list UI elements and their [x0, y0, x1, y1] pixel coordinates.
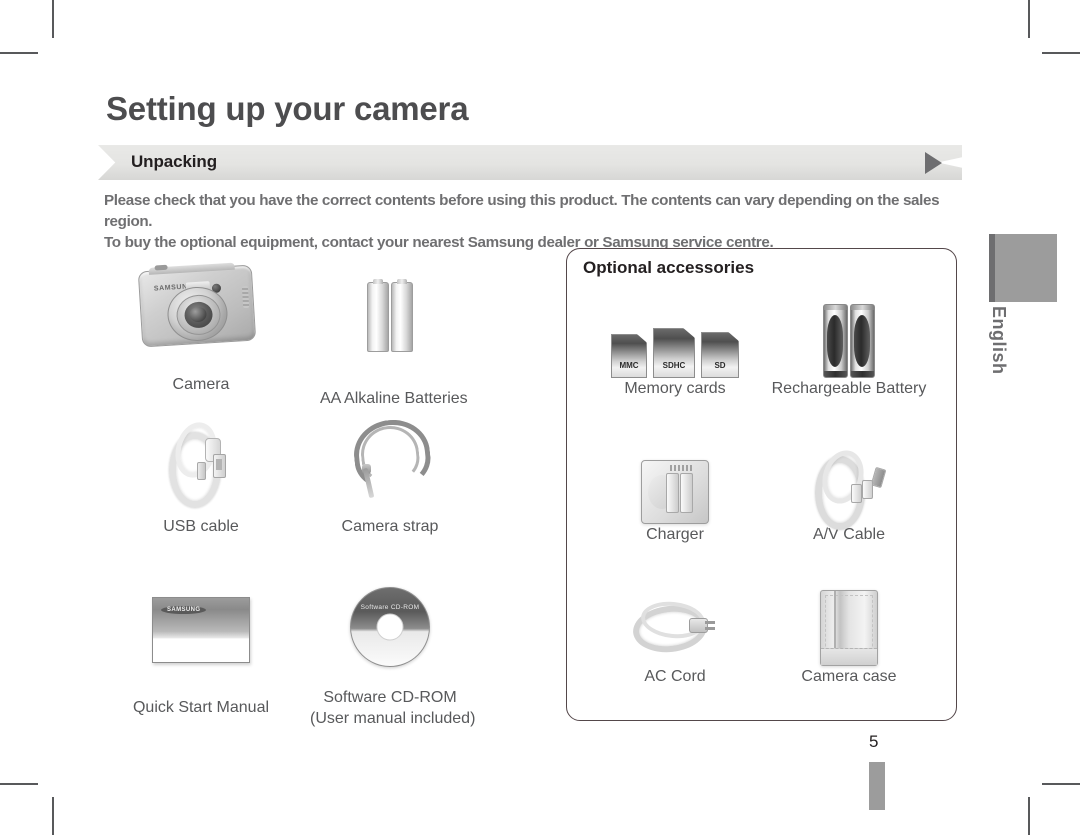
crop-mark-bottom-right-horizontal [1042, 783, 1080, 785]
item-caption: Memory cards [624, 380, 726, 397]
usb-cable-icon [140, 414, 262, 516]
crop-mark-top-left-vertical [52, 0, 54, 38]
item-caption: Camera case [801, 668, 897, 685]
crop-mark-bottom-left-horizontal [0, 783, 38, 785]
camera-strap-icon [320, 414, 460, 516]
aa-batteries-icon [320, 258, 460, 388]
cd-rom-icon: Software CD-ROM [310, 575, 470, 687]
item-usb-cable: USB cable [140, 414, 262, 537]
charger-icon [610, 440, 740, 524]
item-caption: USB cable [163, 518, 239, 535]
play-arrow-icon [925, 152, 942, 174]
crop-mark-top-right-horizontal [1042, 52, 1080, 54]
camera-case-icon [770, 582, 928, 666]
page-number-bar [869, 762, 885, 810]
memory-card-label: SDHC [662, 361, 686, 370]
crop-mark-bottom-right-vertical [1028, 797, 1030, 835]
av-cable-icon [770, 440, 928, 530]
item-charger: Charger [610, 440, 740, 545]
item-caption: Software CD-ROM [323, 689, 457, 706]
crop-mark-top-left-horizontal [0, 52, 38, 54]
item-software-cd-rom: Software CD-ROM Software CD-ROM (User ma… [310, 575, 476, 729]
manual-page: Setting up your camera Unpacking Please … [0, 0, 1080, 835]
item-caption-secondary: (User manual included) [310, 710, 476, 727]
optional-accessories-title: Optional accessories [583, 258, 755, 277]
item-av-cable: A/V Cable [770, 440, 928, 545]
manual-icon: SAMSUNG [130, 575, 272, 697]
item-memory-cards: MMC SDHC SD Memory cards [610, 292, 740, 399]
page-title: Setting up your camera [106, 90, 469, 127]
item-quick-start-manual: SAMSUNG Quick Start Manual [130, 575, 272, 718]
item-camera-case: Camera case [770, 582, 928, 687]
item-caption: Quick Start Manual [132, 699, 270, 716]
item-aa-batteries: AA Alkaline Batteries [320, 258, 468, 409]
crop-mark-top-right-vertical [1028, 0, 1030, 38]
item-caption: Charger [646, 526, 704, 543]
item-caption: Camera [172, 376, 230, 393]
language-tab-block [989, 234, 1057, 302]
camera-icon: SAMSUNG [137, 262, 262, 374]
item-rechargeable-battery: Rechargeable Battery [770, 292, 928, 399]
section-header-bar [98, 145, 962, 180]
memory-cards-icon: MMC SDHC SD [610, 292, 740, 378]
intro-line-1: Please check that you have the correct c… [104, 192, 940, 230]
item-caption: Camera strap [341, 518, 439, 535]
rechargeable-battery-icon [770, 292, 928, 378]
cd-rom-printed-label: Software CD-ROM [360, 604, 420, 611]
memory-card-label: MMC [619, 361, 639, 370]
page-number: 5 [869, 732, 879, 751]
item-caption: Rechargeable Battery [771, 380, 927, 397]
memory-card-label: SD [714, 361, 726, 370]
crop-mark-bottom-left-vertical [52, 797, 54, 835]
item-caption: AA Alkaline Batteries [320, 390, 468, 407]
item-camera: SAMSUNG Camera [137, 258, 262, 395]
language-tab-label: English [989, 306, 1009, 375]
item-camera-strap: Camera strap [320, 414, 460, 537]
ac-cord-icon [610, 582, 740, 666]
intro-paragraph: Please check that you have the correct c… [104, 190, 964, 253]
item-ac-cord: AC Cord [610, 582, 740, 687]
section-header-label: Unpacking [131, 152, 218, 171]
item-caption: AC Cord [644, 668, 706, 685]
